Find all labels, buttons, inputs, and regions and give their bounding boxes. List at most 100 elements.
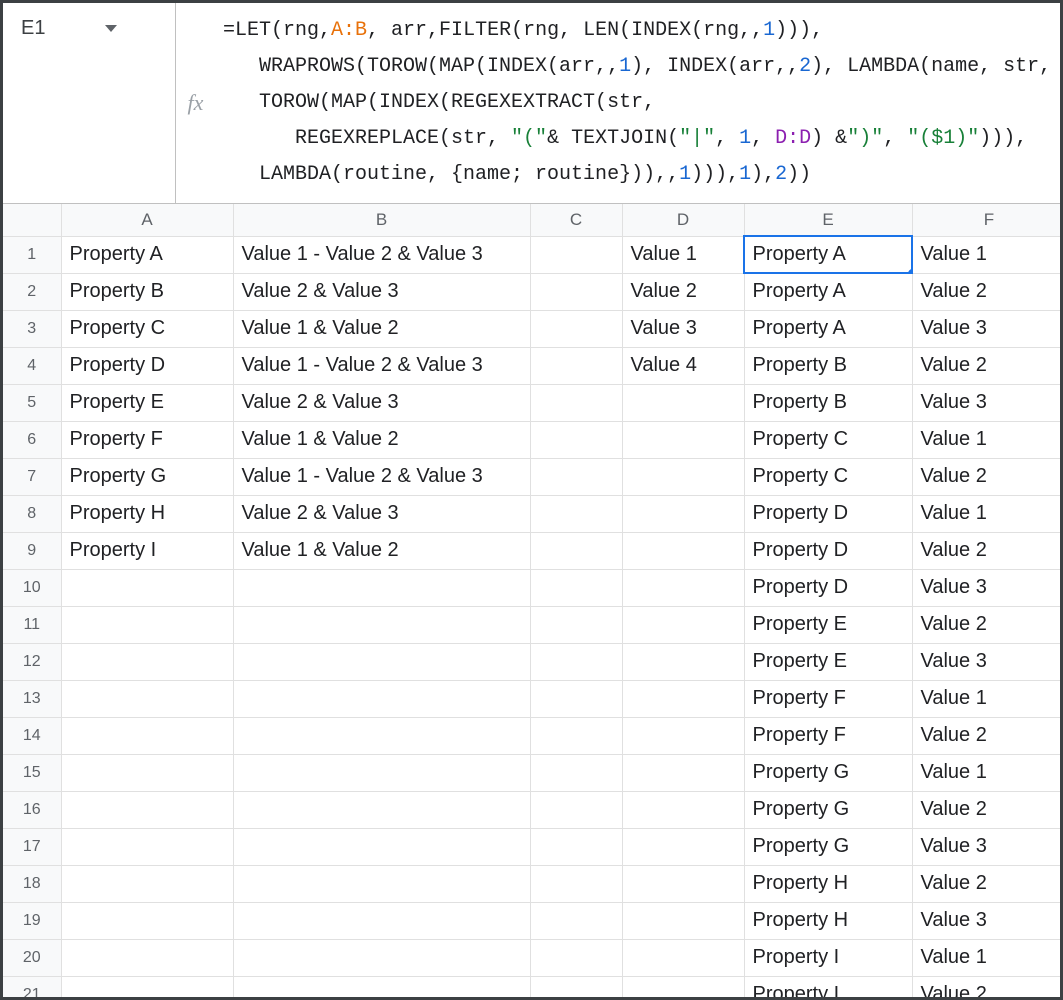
row-header-17[interactable]: 17	[3, 828, 61, 865]
cell-D20[interactable]	[622, 939, 744, 976]
cell-B7[interactable]: Value 1 - Value 2 & Value 3	[233, 458, 530, 495]
cell-B5[interactable]: Value 2 & Value 3	[233, 384, 530, 421]
cell-D13[interactable]	[622, 680, 744, 717]
cell-A1[interactable]: Property A	[61, 236, 233, 273]
cell-A19[interactable]	[61, 902, 233, 939]
row-header-1[interactable]: 1	[3, 236, 61, 273]
cell-A10[interactable]	[61, 569, 233, 606]
row-header-19[interactable]: 19	[3, 902, 61, 939]
cell-B12[interactable]	[233, 643, 530, 680]
cell-E16[interactable]: Property G	[744, 791, 912, 828]
cell-C2[interactable]	[530, 273, 622, 310]
row-header-7[interactable]: 7	[3, 458, 61, 495]
cell-D9[interactable]	[622, 532, 744, 569]
row-header-18[interactable]: 18	[3, 865, 61, 902]
cell-E10[interactable]: Property D	[744, 569, 912, 606]
cell-A6[interactable]: Property F	[61, 421, 233, 458]
cell-C7[interactable]	[530, 458, 622, 495]
cell-C3[interactable]	[530, 310, 622, 347]
cell-E13[interactable]: Property F	[744, 680, 912, 717]
cell-D18[interactable]	[622, 865, 744, 902]
cell-B16[interactable]	[233, 791, 530, 828]
cell-F5[interactable]: Value 3	[912, 384, 1060, 421]
cell-C5[interactable]	[530, 384, 622, 421]
cell-E5[interactable]: Property B	[744, 384, 912, 421]
cell-E21[interactable]: Property I	[744, 976, 912, 997]
cell-A3[interactable]: Property C	[61, 310, 233, 347]
cell-C9[interactable]	[530, 532, 622, 569]
cell-C4[interactable]	[530, 347, 622, 384]
cell-E3[interactable]: Property A	[744, 310, 912, 347]
column-header-B[interactable]: B	[233, 204, 530, 236]
formula-input[interactable]: =LET(rng,A:B, arr,FILTER(rng, LEN(INDEX(…	[215, 3, 1060, 203]
row-header-8[interactable]: 8	[3, 495, 61, 532]
cell-B17[interactable]	[233, 828, 530, 865]
cell-A7[interactable]: Property G	[61, 458, 233, 495]
cell-D7[interactable]	[622, 458, 744, 495]
cell-D16[interactable]	[622, 791, 744, 828]
cell-C20[interactable]	[530, 939, 622, 976]
row-header-10[interactable]: 10	[3, 569, 61, 606]
cell-A18[interactable]	[61, 865, 233, 902]
row-header-2[interactable]: 2	[3, 273, 61, 310]
column-header-C[interactable]: C	[530, 204, 622, 236]
cell-E4[interactable]: Property B	[744, 347, 912, 384]
cell-D4[interactable]: Value 4	[622, 347, 744, 384]
cell-B1[interactable]: Value 1 - Value 2 & Value 3	[233, 236, 530, 273]
cell-F16[interactable]: Value 2	[912, 791, 1060, 828]
cell-C1[interactable]	[530, 236, 622, 273]
cell-B11[interactable]	[233, 606, 530, 643]
cell-D12[interactable]	[622, 643, 744, 680]
cell-E6[interactable]: Property C	[744, 421, 912, 458]
cell-A17[interactable]	[61, 828, 233, 865]
cell-F21[interactable]: Value 2	[912, 976, 1060, 997]
cell-F2[interactable]: Value 2	[912, 273, 1060, 310]
row-header-11[interactable]: 11	[3, 606, 61, 643]
cell-D10[interactable]	[622, 569, 744, 606]
cell-F17[interactable]: Value 3	[912, 828, 1060, 865]
cell-F4[interactable]: Value 2	[912, 347, 1060, 384]
column-header-A[interactable]: A	[61, 204, 233, 236]
cell-A16[interactable]	[61, 791, 233, 828]
cell-C17[interactable]	[530, 828, 622, 865]
cell-C19[interactable]	[530, 902, 622, 939]
chevron-down-icon[interactable]	[105, 25, 117, 32]
cell-F10[interactable]: Value 3	[912, 569, 1060, 606]
row-header-6[interactable]: 6	[3, 421, 61, 458]
cell-B9[interactable]: Value 1 & Value 2	[233, 532, 530, 569]
cell-A15[interactable]	[61, 754, 233, 791]
cell-F20[interactable]: Value 1	[912, 939, 1060, 976]
cell-C21[interactable]	[530, 976, 622, 997]
cell-E15[interactable]: Property G	[744, 754, 912, 791]
cell-D15[interactable]	[622, 754, 744, 791]
row-header-13[interactable]: 13	[3, 680, 61, 717]
cell-B19[interactable]	[233, 902, 530, 939]
cell-F3[interactable]: Value 3	[912, 310, 1060, 347]
cell-A21[interactable]	[61, 976, 233, 997]
row-header-15[interactable]: 15	[3, 754, 61, 791]
cell-C13[interactable]	[530, 680, 622, 717]
cell-F8[interactable]: Value 1	[912, 495, 1060, 532]
cell-B14[interactable]	[233, 717, 530, 754]
cell-C12[interactable]	[530, 643, 622, 680]
cell-E20[interactable]: Property I	[744, 939, 912, 976]
row-header-5[interactable]: 5	[3, 384, 61, 421]
cell-F9[interactable]: Value 2	[912, 532, 1060, 569]
cell-B2[interactable]: Value 2 & Value 3	[233, 273, 530, 310]
cell-F14[interactable]: Value 2	[912, 717, 1060, 754]
name-box[interactable]: E1	[3, 3, 175, 203]
column-header-D[interactable]: D	[622, 204, 744, 236]
cell-A5[interactable]: Property E	[61, 384, 233, 421]
spreadsheet-grid[interactable]: ABCDEF 1Property AValue 1 - Value 2 & Va…	[3, 204, 1060, 997]
column-header-E[interactable]: E	[744, 204, 912, 236]
cell-B13[interactable]	[233, 680, 530, 717]
row-header-20[interactable]: 20	[3, 939, 61, 976]
cell-B4[interactable]: Value 1 - Value 2 & Value 3	[233, 347, 530, 384]
cell-F19[interactable]: Value 3	[912, 902, 1060, 939]
cell-E14[interactable]: Property F	[744, 717, 912, 754]
cell-E9[interactable]: Property D	[744, 532, 912, 569]
cell-B3[interactable]: Value 1 & Value 2	[233, 310, 530, 347]
cell-C11[interactable]	[530, 606, 622, 643]
cell-E11[interactable]: Property E	[744, 606, 912, 643]
cell-E17[interactable]: Property G	[744, 828, 912, 865]
